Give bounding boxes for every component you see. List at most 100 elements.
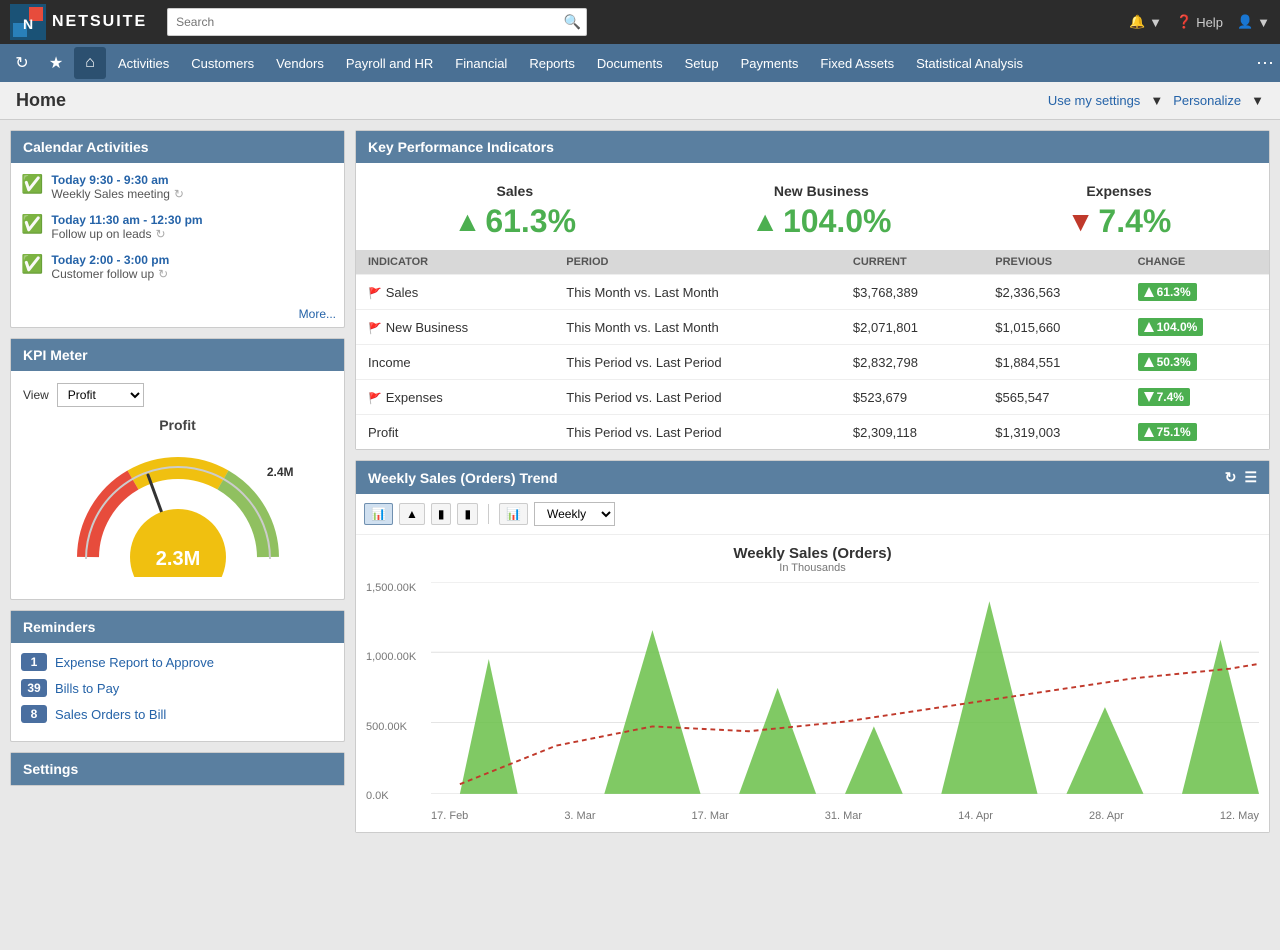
chart-title-area: Weekly Sales (Orders) In Thousands xyxy=(366,545,1259,574)
reminder-label-3[interactable]: Sales Orders to Bill xyxy=(55,707,166,722)
settings-title: Settings xyxy=(23,761,78,777)
history-btn[interactable]: ↻ xyxy=(6,47,38,79)
y-label-3: 1,000.00K xyxy=(366,651,426,663)
kpi-view-select[interactable]: Profit Sales Expenses xyxy=(57,383,144,407)
kpi-view-label: View xyxy=(23,388,49,402)
menu-icon[interactable]: ☰ xyxy=(1244,469,1257,486)
kpi-sales-value: ▲ 61.3% xyxy=(454,203,576,240)
reminder-label-1[interactable]: Expense Report to Approve xyxy=(55,655,214,670)
calendar-card: Calendar Activities ✅ Today 9:30 - 9:30 … xyxy=(10,130,345,328)
refresh-icon[interactable]: ↻ xyxy=(1225,469,1237,486)
use-my-settings-btn[interactable]: Use my settings xyxy=(1048,93,1140,108)
menu-payments[interactable]: Payments xyxy=(731,50,809,77)
user-btn[interactable]: 👤 ▼ xyxy=(1237,14,1270,30)
right-panel: Key Performance Indicators Sales ▲ 61.3%… xyxy=(355,130,1270,833)
search-input[interactable] xyxy=(167,8,587,36)
cal-time-2[interactable]: Today 11:30 am - 12:30 pm xyxy=(51,213,202,227)
reminder-3: 8 Sales Orders to Bill xyxy=(21,705,334,723)
refresh-icon-2: ↻ xyxy=(155,227,165,241)
trend-header-icons: ↻ ☰ xyxy=(1225,469,1257,486)
x-label-2: 3. Mar xyxy=(564,810,595,822)
check-icon-2: ✅ xyxy=(21,214,43,241)
expenses-pct: 7.4% xyxy=(1098,203,1171,240)
reminder-label-2[interactable]: Bills to Pay xyxy=(55,681,119,696)
y-label-2: 500.00K xyxy=(366,721,426,733)
gauge-svg: 2.3M xyxy=(58,437,298,577)
menu-setup[interactable]: Setup xyxy=(675,50,729,77)
chart-svg xyxy=(431,582,1259,794)
col-current: CURRENT xyxy=(841,250,983,275)
trend-title: Weekly Sales (Orders) Trend xyxy=(368,470,558,486)
flag-icon: 🚩 xyxy=(368,288,382,300)
check-icon-1: ✅ xyxy=(21,174,43,201)
chart-wrapper: 1,500.00K 1,000.00K 500.00K 0.0K xyxy=(366,582,1259,822)
help-btn[interactable]: ❓ Help xyxy=(1176,14,1223,30)
row-period: This Period vs. Last Period xyxy=(554,380,841,415)
x-label-1: 17. Feb xyxy=(431,810,468,822)
kpi-chart-area: Profit 2.4M xyxy=(23,417,332,587)
kpi-meter-body: View Profit Sales Expenses Profit 2.4M xyxy=(11,371,344,599)
favorites-btn[interactable]: ★ xyxy=(40,47,72,79)
row-indicator: 🚩Sales xyxy=(356,275,554,310)
cal-item-2: ✅ Today 11:30 am - 12:30 pm Follow up on… xyxy=(21,213,334,241)
row-previous: $1,884,551 xyxy=(983,345,1125,380)
row-indicator: Profit xyxy=(356,415,554,450)
refresh-icon-1: ↻ xyxy=(174,187,184,201)
kpi-meter-title: KPI Meter xyxy=(23,347,88,363)
menu-more-btn[interactable]: ⋯ xyxy=(1256,53,1274,74)
logo-text: NETSUITE xyxy=(52,13,147,31)
row-indicator: Income xyxy=(356,345,554,380)
kpi-newbiz-label: New Business xyxy=(774,183,869,199)
kpi-sales-label: Sales xyxy=(497,183,534,199)
menu-activities[interactable]: Activities xyxy=(108,50,179,77)
menu-statistical[interactable]: Statistical Analysis xyxy=(906,50,1033,77)
gauge-container: 2.4M xyxy=(58,437,298,587)
menu-financial[interactable]: Financial xyxy=(445,50,517,77)
table-row: 🚩Expenses This Period vs. Last Period $5… xyxy=(356,380,1269,415)
menu-customers[interactable]: Customers xyxy=(181,50,264,77)
reminder-count-2: 39 xyxy=(21,679,47,697)
cal-time-1[interactable]: Today 9:30 - 9:30 am xyxy=(51,173,184,187)
settings-dropdown-icon: ▼ xyxy=(1150,93,1163,108)
row-change: 61.3% xyxy=(1126,275,1269,310)
row-previous: $2,336,563 xyxy=(983,275,1125,310)
period-select[interactable]: Weekly Monthly xyxy=(534,502,615,526)
page-title: Home xyxy=(16,90,66,111)
cal-time-3[interactable]: Today 2:00 - 3:00 pm xyxy=(51,253,169,267)
menu-payroll[interactable]: Payroll and HR xyxy=(336,50,443,77)
logo-box: N xyxy=(10,4,46,40)
chart-column-btn[interactable]: ▮ xyxy=(457,503,478,525)
top-right-nav: 🔔 ▼ ❓ Help 👤 ▼ xyxy=(1129,14,1270,30)
menu-reports[interactable]: Reports xyxy=(519,50,585,77)
kpi-expenses-value: ▼ 7.4% xyxy=(1067,203,1172,240)
chart-line-btn[interactable]: 📊 xyxy=(364,503,393,525)
reminders-header: Reminders xyxy=(11,611,344,643)
row-change: 75.1% xyxy=(1126,415,1269,450)
main-content: Calendar Activities ✅ Today 9:30 - 9:30 … xyxy=(0,120,1280,843)
notifications-btn[interactable]: 🔔 ▼ xyxy=(1129,14,1162,30)
page-header-right: Use my settings ▼ Personalize ▼ xyxy=(1048,93,1264,108)
menu-fixed-assets[interactable]: Fixed Assets xyxy=(810,50,904,77)
svg-text:2.3M: 2.3M xyxy=(155,548,199,570)
settings-card: Settings xyxy=(10,752,345,786)
trend-controls: 📊 ▲ ▮ ▮ 📊 Weekly Monthly xyxy=(356,494,1269,535)
left-panel: Calendar Activities ✅ Today 9:30 - 9:30 … xyxy=(10,130,345,833)
kpi-meter-header: KPI Meter xyxy=(11,339,344,371)
reminder-count-1: 1 xyxy=(21,653,47,671)
col-period: PERIOD xyxy=(554,250,841,275)
menu-documents[interactable]: Documents xyxy=(587,50,673,77)
x-label-7: 12. May xyxy=(1220,810,1259,822)
menu-vendors[interactable]: Vendors xyxy=(266,50,334,77)
home-btn[interactable]: ⌂ xyxy=(74,47,106,79)
trend-header: Weekly Sales (Orders) Trend ↻ ☰ xyxy=(356,461,1269,494)
newbiz-pct: 104.0% xyxy=(783,203,892,240)
search-bar[interactable]: 🔍 xyxy=(167,8,587,36)
page-header: Home Use my settings ▼ Personalize ▼ xyxy=(0,82,1280,120)
cal-text-2: Today 11:30 am - 12:30 pm Follow up on l… xyxy=(51,213,202,241)
more-link[interactable]: More... xyxy=(11,303,344,327)
chart-bar-btn[interactable]: ▮ xyxy=(431,503,452,525)
chart-type2-btn[interactable]: 📊 xyxy=(499,503,528,525)
personalize-btn[interactable]: Personalize xyxy=(1173,93,1241,108)
y-label-4: 1,500.00K xyxy=(366,582,426,594)
chart-area-btn[interactable]: ▲ xyxy=(399,503,425,525)
